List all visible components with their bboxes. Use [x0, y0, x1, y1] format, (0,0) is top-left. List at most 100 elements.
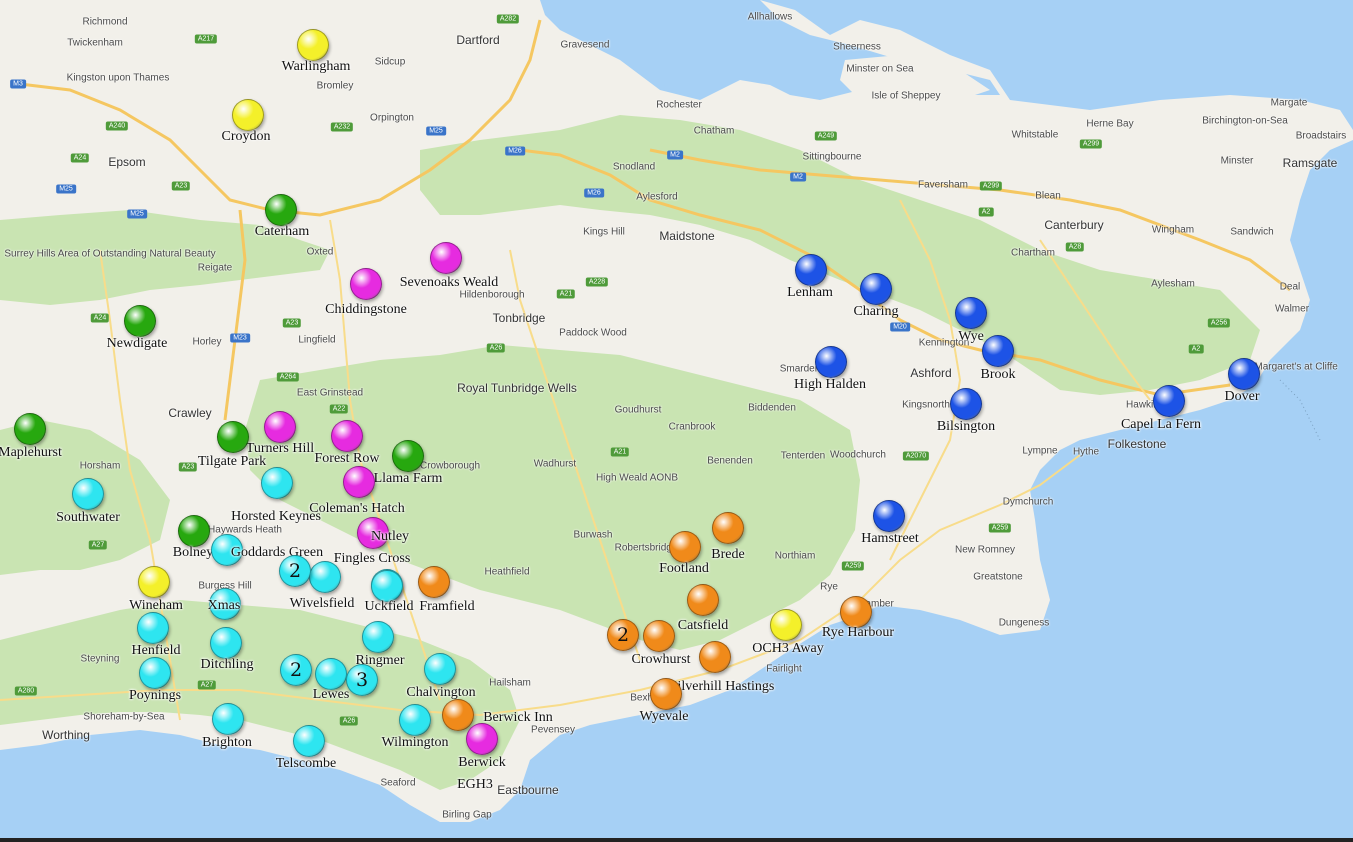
place-label: Minster on Sea: [846, 63, 914, 75]
place-label: Whitstable: [1011, 129, 1059, 141]
map-marker-yellow[interactable]: [232, 99, 264, 131]
place-label: Rochester: [656, 99, 702, 111]
map-marker-blue[interactable]: [950, 388, 982, 420]
place-label: Royal Tunbridge Wells: [457, 381, 577, 395]
map-marker-cyan[interactable]: [261, 467, 293, 499]
map-marker-cyan[interactable]: 3: [346, 664, 378, 696]
place-label: Cranbrook: [668, 421, 716, 433]
map-marker-orange[interactable]: [712, 512, 744, 544]
map-marker-magenta[interactable]: [430, 242, 462, 274]
map-marker-magenta[interactable]: [350, 268, 382, 300]
map-marker-orange[interactable]: [643, 620, 675, 652]
map-marker-cyan[interactable]: 2: [279, 555, 311, 587]
road-shield: A2070: [902, 451, 930, 461]
place-label: Minster: [1220, 155, 1254, 167]
road-shield: A21: [610, 447, 630, 457]
map-marker-orange[interactable]: [840, 596, 872, 628]
road-shield: A240: [105, 121, 129, 131]
map-marker-cyan[interactable]: [315, 658, 347, 690]
place-label: Chartham: [1011, 247, 1055, 259]
map-marker-magenta[interactable]: [264, 411, 296, 443]
map-marker-blue[interactable]: [873, 500, 905, 532]
road-shield: A22: [329, 404, 349, 414]
map-marker-cyan[interactable]: [212, 703, 244, 735]
place-label: Crowborough: [419, 460, 481, 472]
map-marker-cyan[interactable]: [72, 478, 104, 510]
place-label: Walmer: [1274, 303, 1310, 315]
place-label: Aylesford: [636, 191, 678, 203]
place-label: Birling Gap: [442, 809, 492, 821]
map-marker-magenta[interactable]: [357, 517, 389, 549]
place-label: Wadhurst: [533, 458, 577, 470]
map-marker-yellow[interactable]: [770, 609, 802, 641]
map-marker-orange[interactable]: [699, 641, 731, 673]
cluster-count: 2: [616, 623, 630, 646]
map-marker-cyan[interactable]: [139, 657, 171, 689]
road-shield: A27: [197, 680, 217, 690]
map-marker-magenta[interactable]: [343, 466, 375, 498]
bottom-bar: [0, 838, 1353, 842]
map-marker-cyan[interactable]: [399, 704, 431, 736]
place-label: Kingston upon Thames: [66, 72, 170, 84]
road-shield: A26: [486, 343, 506, 353]
map-marker-cyan[interactable]: [293, 725, 325, 757]
place-label: Sandwich: [1230, 226, 1274, 238]
road-shield: M3: [10, 79, 26, 89]
map-marker-cyan[interactable]: [211, 534, 243, 566]
map-marker-yellow[interactable]: [297, 29, 329, 61]
place-label: Shoreham-by-Sea: [83, 711, 165, 723]
place-label: Canterbury: [1044, 218, 1104, 232]
map-marker-cyan[interactable]: [209, 588, 241, 620]
map-marker-orange[interactable]: [687, 584, 719, 616]
map-marker-blue[interactable]: [795, 254, 827, 286]
place-label: Fairlight: [766, 663, 802, 675]
map-marker-cyan[interactable]: [210, 627, 242, 659]
map-marker-orange[interactable]: [650, 678, 682, 710]
place-label: Benenden: [707, 455, 753, 467]
map-marker-magenta[interactable]: [331, 420, 363, 452]
road-shield: M25: [56, 184, 76, 194]
map-marker-green[interactable]: [392, 440, 424, 472]
road-shield: M26: [505, 146, 525, 156]
map-marker-cyan[interactable]: 2: [280, 654, 312, 686]
road-shield: A299: [979, 181, 1003, 191]
place-label: High Weald AONB: [595, 472, 679, 484]
map-marker-orange[interactable]: 2: [607, 619, 639, 651]
map-marker-blue[interactable]: [982, 335, 1014, 367]
place-label: Broadstairs: [1295, 130, 1347, 142]
road-shield: A24: [70, 153, 90, 163]
place-label: Surrey Hills Area of Outstanding Natural…: [4, 248, 216, 260]
map-marker-cyan[interactable]: [371, 570, 403, 602]
map-marker-blue[interactable]: [1228, 358, 1260, 390]
place-label: Kings Hill: [583, 226, 625, 238]
map-marker-cyan[interactable]: [309, 561, 341, 593]
place-label: Reigate: [197, 262, 233, 274]
map-marker-cyan[interactable]: [424, 653, 456, 685]
map-marker-blue[interactable]: [955, 297, 987, 329]
place-label: East Grinstead: [296, 387, 364, 399]
map-marker-green[interactable]: [217, 421, 249, 453]
map-marker-cyan[interactable]: [137, 612, 169, 644]
place-label: Allhallows: [747, 11, 793, 23]
place-label: Epsom: [108, 155, 146, 169]
place-label: Sidcup: [374, 56, 406, 68]
map-marker-yellow[interactable]: [138, 566, 170, 598]
map-marker-green[interactable]: [265, 194, 297, 226]
map-marker-cyan[interactable]: [362, 621, 394, 653]
map-marker-orange[interactable]: [418, 566, 450, 598]
map-marker-orange[interactable]: [669, 531, 701, 563]
road-shield: A259: [841, 561, 865, 571]
map-marker-green[interactable]: [14, 413, 46, 445]
map-marker-blue[interactable]: [860, 273, 892, 305]
map-marker-green[interactable]: [124, 305, 156, 337]
map-marker-magenta[interactable]: [466, 723, 498, 755]
place-label: Dungeness: [998, 617, 1050, 629]
map-marker-orange[interactable]: [442, 699, 474, 731]
road-shield: A21: [556, 289, 576, 299]
place-label: Hailsham: [489, 677, 531, 689]
map-marker-green[interactable]: [178, 515, 210, 547]
place-label: Blean: [1035, 190, 1061, 202]
place-label: Woodchurch: [830, 449, 886, 461]
map-marker-blue[interactable]: [1153, 385, 1185, 417]
map-marker-blue[interactable]: [815, 346, 847, 378]
